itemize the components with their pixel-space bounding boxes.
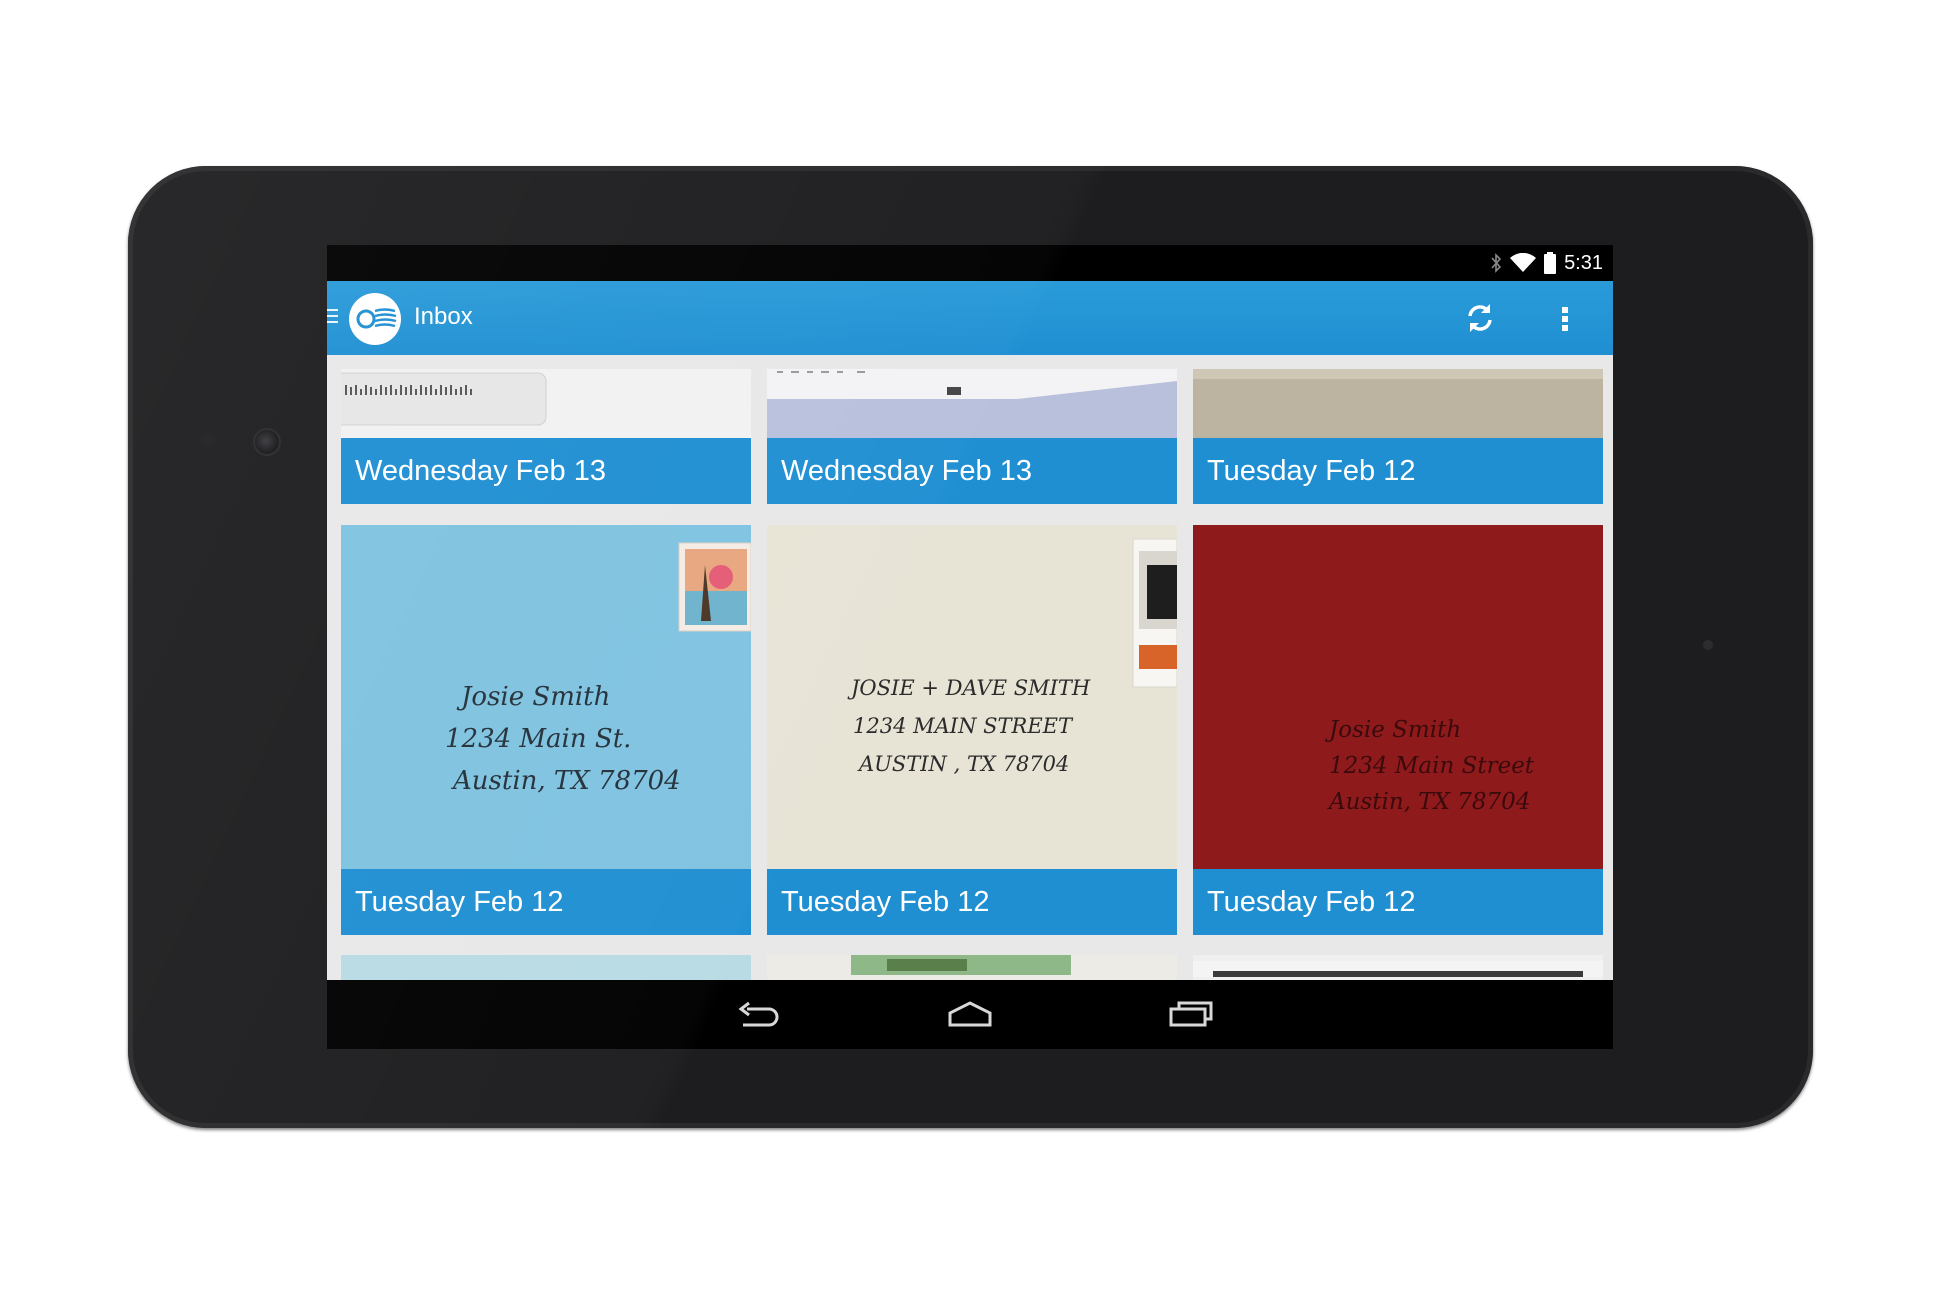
back-button[interactable] bbox=[733, 997, 781, 1033]
address-line: Austin, TX 78704 bbox=[451, 766, 681, 796]
mail-thumbnail bbox=[341, 369, 751, 438]
mail-date: Tuesday Feb 12 bbox=[341, 869, 751, 935]
address-line: 1234 MAIN STREET bbox=[853, 714, 1074, 738]
mail-date: Tuesday Feb 12 bbox=[1193, 869, 1603, 935]
mail-thumbnail bbox=[767, 369, 1177, 438]
overflow-menu-icon bbox=[1562, 307, 1568, 331]
mail-date: Tuesday Feb 12 bbox=[1193, 438, 1603, 504]
mail-card-partial[interactable] bbox=[1193, 955, 1603, 980]
status-clock: 5:31 bbox=[1564, 251, 1603, 274]
status-icons: 5:31 bbox=[1490, 251, 1603, 275]
home-icon bbox=[948, 1001, 992, 1027]
bluetooth-icon bbox=[1491, 253, 1502, 273]
front-camera bbox=[253, 428, 281, 456]
mail-thumbnail: Josie Smith 1234 Main St. Austin, TX 787… bbox=[341, 525, 751, 869]
address-line: AUSTIN , TX 78704 bbox=[857, 752, 1069, 776]
proximity-sensor bbox=[200, 432, 216, 448]
address-line: Austin, TX 78704 bbox=[1327, 789, 1530, 815]
refresh-icon bbox=[1468, 304, 1492, 332]
status-bar: 5:31 bbox=[327, 245, 1613, 281]
mail-date: Wednesday Feb 13 bbox=[767, 438, 1177, 504]
mail-date: Tuesday Feb 12 bbox=[767, 869, 1177, 935]
mail-card[interactable]: Wednesday Feb 13 bbox=[767, 369, 1177, 504]
mail-card[interactable]: JOSIE + DAVE SMITH 1234 MAIN STREET AUST… bbox=[767, 525, 1177, 935]
mail-thumbnail bbox=[1193, 961, 1603, 977]
mail-card-partial[interactable] bbox=[341, 955, 751, 980]
address-line: 1234 Main Street bbox=[1329, 753, 1535, 779]
home-button[interactable] bbox=[946, 997, 994, 1033]
recents-button[interactable] bbox=[1167, 997, 1215, 1033]
action-bar: Inbox bbox=[327, 281, 1613, 355]
address-line: Josie Smith bbox=[1325, 717, 1461, 743]
refresh-button[interactable] bbox=[1461, 299, 1499, 337]
mail-card[interactable]: Josie Smith 1234 Main Street Austin, TX … bbox=[1193, 525, 1603, 935]
tablet-screen: 5:31 Inbox Wednesday Feb 13 Wednesday Fe… bbox=[327, 245, 1613, 1049]
mail-card-partial[interactable] bbox=[767, 955, 1177, 980]
address-line: 1234 Main St. bbox=[445, 724, 631, 754]
overflow-menu-button[interactable] bbox=[1555, 299, 1575, 337]
address-line: Josie Smith bbox=[456, 682, 610, 712]
navigation-bar bbox=[327, 980, 1613, 1049]
mail-thumbnail: JOSIE + DAVE SMITH 1234 MAIN STREET AUST… bbox=[767, 525, 1177, 869]
mail-card[interactable]: Tuesday Feb 12 bbox=[1193, 369, 1603, 504]
mail-date: Wednesday Feb 13 bbox=[341, 438, 751, 504]
mail-card[interactable]: Josie Smith 1234 Main St. Austin, TX 787… bbox=[341, 525, 751, 935]
address-line: JOSIE + DAVE SMITH bbox=[847, 676, 1091, 700]
mail-card[interactable]: Wednesday Feb 13 bbox=[341, 369, 751, 504]
page-title: Inbox bbox=[414, 303, 473, 330]
recents-icon bbox=[1169, 1001, 1213, 1027]
mail-thumbnail: Josie Smith 1234 Main Street Austin, TX … bbox=[1193, 525, 1603, 869]
mail-thumbnail bbox=[1193, 369, 1603, 438]
mail-thumbnail bbox=[851, 955, 1071, 975]
envelope-logo-icon bbox=[351, 295, 399, 343]
app-logo[interactable] bbox=[349, 293, 401, 345]
drawer-indicator-icon[interactable] bbox=[327, 309, 339, 325]
battery-icon bbox=[1544, 252, 1557, 274]
mail-grid[interactable]: Wednesday Feb 13 Wednesday Feb 13 Tuesda… bbox=[327, 355, 1613, 980]
back-icon bbox=[738, 1001, 779, 1027]
device-sensor-dot bbox=[1703, 640, 1713, 650]
wifi-icon bbox=[1510, 253, 1537, 272]
